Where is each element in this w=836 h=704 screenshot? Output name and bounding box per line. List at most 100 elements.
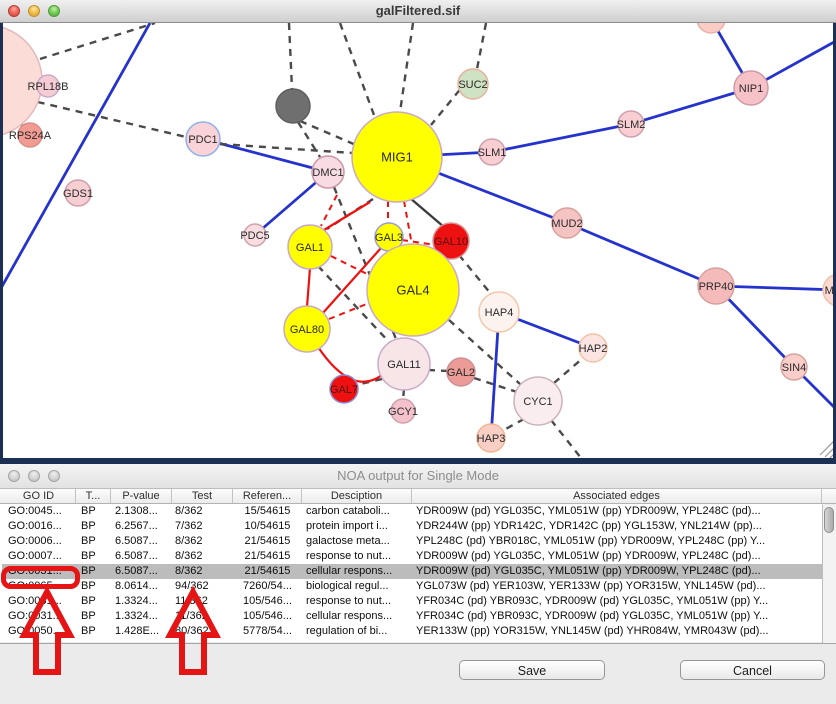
table-cell-p_value[interactable]: 2.1308... bbox=[111, 504, 172, 519]
screen: { "network_window": { "title": "galFilte… bbox=[0, 0, 836, 704]
table-cell-go_id[interactable]: GO:0065... bbox=[2, 579, 76, 594]
table-cell-type[interactable]: BP bbox=[76, 519, 111, 534]
table-cell-reference[interactable]: 5778/54... bbox=[233, 624, 302, 639]
table-cell-test[interactable]: 8/362 bbox=[172, 534, 233, 549]
table-cell-type[interactable]: BP bbox=[76, 564, 111, 579]
table-row[interactable]: GO:0045...BP2.1308...8/36215/54615carbon… bbox=[2, 504, 822, 519]
table-cell-edges[interactable]: YDR009W (pd) YGL035C, YML051W (pp) YDR00… bbox=[412, 564, 822, 579]
save-button[interactable]: Save bbox=[459, 660, 605, 680]
table-cell-type[interactable]: BP bbox=[76, 534, 111, 549]
node-unnamed-gray[interactable] bbox=[276, 89, 310, 123]
table-cell-type[interactable]: BP bbox=[76, 609, 111, 624]
table-row[interactable]: GO:0007...BP6.5087...8/36221/54615respon… bbox=[2, 549, 822, 564]
table-cell-test[interactable]: 7/362 bbox=[172, 519, 233, 534]
network-window-titlebar[interactable]: galFiltered.sif bbox=[0, 0, 836, 23]
table-cell-test[interactable]: 8/362 bbox=[172, 564, 233, 579]
table-cell-edges[interactable]: YDR009W (pd) YGL035C, YML051W (pp) YDR00… bbox=[412, 504, 822, 519]
table-cell-type[interactable]: BP bbox=[76, 594, 111, 609]
node-label-SIN4: SIN4 bbox=[782, 362, 806, 374]
table-cell-description[interactable]: cellular respons... bbox=[302, 564, 412, 579]
column-header-go-id[interactable]: GO ID bbox=[2, 489, 76, 503]
table-cell-reference[interactable]: 7260/54... bbox=[233, 579, 302, 594]
node-label-GAL80: GAL80 bbox=[290, 324, 324, 336]
network-canvas[interactable]: RPL18BRPS24AGDS1PDC1DMC1SUC2SLM1SLM2NIP1… bbox=[0, 23, 836, 464]
table-cell-reference[interactable]: 15/54615 bbox=[233, 504, 302, 519]
table-row[interactable]: GO:0065...BP8.0614...94/3627260/54...bio… bbox=[2, 579, 822, 594]
table-cell-test[interactable]: 11/362 bbox=[172, 609, 233, 624]
table-row[interactable]: GO:0016...BP6.2567...7/36210/54615protei… bbox=[2, 519, 822, 534]
vertical-scrollbar[interactable] bbox=[822, 505, 836, 658]
table-cell-test[interactable]: 8/362 bbox=[172, 504, 233, 519]
table-row[interactable]: GO:0031...BP1.3324...11/362105/546...res… bbox=[2, 594, 822, 609]
table-cell-test[interactable]: 94/362 bbox=[172, 579, 233, 594]
table-cell-go_id[interactable]: GO:0016... bbox=[2, 519, 76, 534]
cancel-button[interactable]: Cancel bbox=[680, 660, 825, 680]
table-cell-p_value[interactable]: 1.428E... bbox=[111, 624, 172, 639]
table-cell-edges[interactable]: YFR034C (pd) YBR093C, YDR009W (pd) YGL03… bbox=[412, 609, 822, 624]
node-label-GAL10: GAL10 bbox=[434, 236, 468, 248]
table-cell-type[interactable]: BP bbox=[76, 579, 111, 594]
table-cell-reference[interactable]: 10/54615 bbox=[233, 519, 302, 534]
table-cell-p_value[interactable]: 1.3324... bbox=[111, 609, 172, 624]
table-cell-test[interactable]: 8/362 bbox=[172, 549, 233, 564]
table-cell-type[interactable]: BP bbox=[76, 504, 111, 519]
canvas-background bbox=[3, 23, 833, 458]
table-cell-edges[interactable]: YDR009W (pd) YGL035C, YML051W (pp) YDR00… bbox=[412, 549, 822, 564]
table-cell-description[interactable]: carbon cataboli... bbox=[302, 504, 412, 519]
table-row-selected[interactable]: GO:0031...BP6.5087...8/36221/54615cellul… bbox=[2, 564, 822, 579]
table-cell-description[interactable]: regulation of bi... bbox=[302, 624, 412, 639]
column-header-referen[interactable]: Referen... bbox=[233, 489, 302, 503]
column-header-t[interactable]: T... bbox=[76, 489, 111, 503]
node-label-GAL11: GAL11 bbox=[387, 359, 420, 371]
node-label-SLM1: SLM1 bbox=[478, 147, 507, 159]
table-cell-p_value[interactable]: 6.5087... bbox=[111, 549, 172, 564]
column-header-p-value[interactable]: P-value bbox=[111, 489, 172, 503]
table-cell-test[interactable]: 11/362 bbox=[172, 594, 233, 609]
table-cell-go_id[interactable]: GO:0050... bbox=[2, 624, 76, 639]
table-cell-reference[interactable]: 21/54615 bbox=[233, 564, 302, 579]
network-window-title: galFiltered.sif bbox=[0, 3, 836, 18]
node-label-PDC1: PDC1 bbox=[188, 134, 217, 146]
table-cell-description[interactable]: protein import i... bbox=[302, 519, 412, 534]
table-cell-edges[interactable]: YER133W (pp) YOR315W, YNL145W (pd) YHR08… bbox=[412, 624, 822, 639]
table-cell-go_id[interactable]: GO:0031... bbox=[2, 609, 76, 624]
table-cell-p_value[interactable]: 6.5087... bbox=[111, 564, 172, 579]
table-cell-edges[interactable]: YPL248C (pd) YBR018C, YML051W (pp) YDR00… bbox=[412, 534, 822, 549]
scrollbar-thumb[interactable] bbox=[824, 507, 834, 533]
table-cell-go_id[interactable]: GO:0031... bbox=[2, 564, 76, 579]
column-header-desciption[interactable]: Desciption bbox=[302, 489, 412, 503]
column-header-associated-edges[interactable]: Associated edges bbox=[412, 489, 822, 503]
table-cell-reference[interactable]: 21/54615 bbox=[233, 549, 302, 564]
table-cell-go_id[interactable]: GO:0045... bbox=[2, 504, 76, 519]
table-cell-p_value[interactable]: 8.0614... bbox=[111, 579, 172, 594]
table-cell-go_id[interactable]: GO:0007... bbox=[2, 549, 76, 564]
table-cell-edges[interactable]: YGL073W (pd) YER103W, YER133W (pp) YOR31… bbox=[412, 579, 822, 594]
table-row[interactable]: GO:0031...BP1.3324...11/362105/546...cel… bbox=[2, 609, 822, 624]
table-cell-edges[interactable]: YFR034C (pd) YBR093C, YDR009W (pd) YGL03… bbox=[412, 594, 822, 609]
table-cell-p_value[interactable]: 6.2567... bbox=[111, 519, 172, 534]
table-cell-description[interactable]: response to nut... bbox=[302, 549, 412, 564]
table-cell-reference[interactable]: 105/546... bbox=[233, 609, 302, 624]
noa-window-titlebar[interactable]: NOA output for Single Mode bbox=[0, 464, 836, 489]
table-cell-p_value[interactable]: 1.3324... bbox=[111, 594, 172, 609]
noa-window-title: NOA output for Single Mode bbox=[0, 468, 836, 483]
node-label-PRP40: PRP40 bbox=[699, 281, 734, 293]
table-cell-go_id[interactable]: GO:0031... bbox=[2, 594, 76, 609]
table-cell-description[interactable]: response to nut... bbox=[302, 594, 412, 609]
table-cell-description[interactable]: biological regul... bbox=[302, 579, 412, 594]
table-cell-go_id[interactable]: GO:0006... bbox=[2, 534, 76, 549]
node-label-RPL18B: RPL18B bbox=[28, 81, 69, 93]
table-cell-type[interactable]: BP bbox=[76, 624, 111, 639]
column-header-test[interactable]: Test bbox=[172, 489, 233, 503]
table-cell-test[interactable]: 80/362 bbox=[172, 624, 233, 639]
table-row[interactable]: GO:0006...BP6.5087...8/36221/54615galact… bbox=[2, 534, 822, 549]
node-label-GCY1: GCY1 bbox=[388, 406, 418, 418]
table-cell-reference[interactable]: 21/54615 bbox=[233, 534, 302, 549]
table-cell-description[interactable]: cellular respons... bbox=[302, 609, 412, 624]
table-cell-type[interactable]: BP bbox=[76, 549, 111, 564]
table-row[interactable]: GO:0050...BP1.428E...80/3625778/54...reg… bbox=[2, 624, 822, 639]
table-cell-edges[interactable]: YDR244W (pp) YDR142C, YDR142C (pp) YGL15… bbox=[412, 519, 822, 534]
table-cell-description[interactable]: galactose meta... bbox=[302, 534, 412, 549]
table-cell-p_value[interactable]: 6.5087... bbox=[111, 534, 172, 549]
table-cell-reference[interactable]: 105/546... bbox=[233, 594, 302, 609]
